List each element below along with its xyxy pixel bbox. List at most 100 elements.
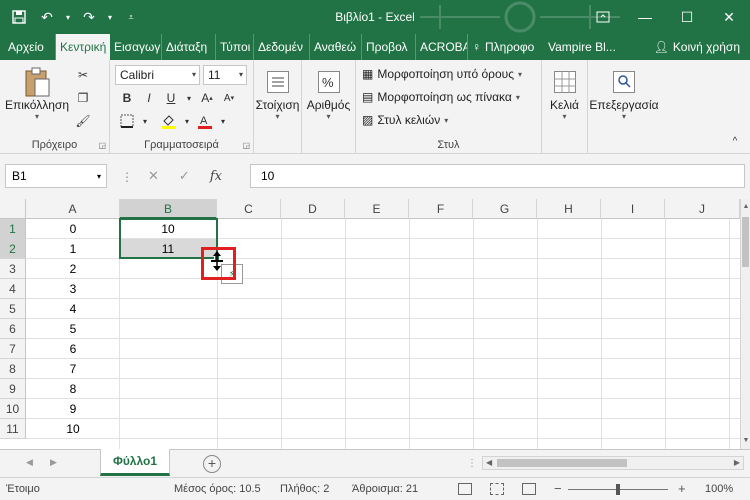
- normal-view-icon[interactable]: [458, 483, 472, 495]
- scroll-left-icon[interactable]: ◀: [486, 458, 492, 467]
- tab-acrobat[interactable]: ACROBA: [416, 34, 468, 60]
- scroll-up-icon[interactable]: ▲: [741, 201, 750, 213]
- close-icon[interactable]: ✕: [708, 0, 750, 34]
- fill-color-icon[interactable]: [160, 112, 178, 130]
- cell-a7[interactable]: 6: [26, 339, 120, 359]
- maximize-icon[interactable]: ☐: [666, 0, 708, 34]
- font-name-combo[interactable]: Calibri ▾: [115, 65, 200, 85]
- format-painter-icon[interactable]: 🖌︎: [74, 112, 92, 130]
- select-all-button[interactable]: [0, 199, 26, 219]
- row-header-5[interactable]: 5: [0, 299, 26, 319]
- name-box[interactable]: B1 ▾: [5, 164, 107, 188]
- horizontal-scrollbar[interactable]: ◀ ▶: [482, 456, 744, 470]
- share-button[interactable]: 👤︎ Κοινή χρήση: [644, 34, 750, 60]
- tab-home[interactable]: Κεντρική: [56, 34, 110, 60]
- cut-icon[interactable]: ✂: [74, 66, 92, 84]
- scroll-thumb[interactable]: [742, 217, 749, 267]
- tab-page-layout[interactable]: Διάταξη: [162, 34, 216, 60]
- row-header-10[interactable]: 10: [0, 399, 26, 419]
- tab-review[interactable]: Αναθεώ: [310, 34, 362, 60]
- zoom-in-icon[interactable]: +: [678, 481, 686, 496]
- cancel-icon[interactable]: ✕: [148, 168, 159, 184]
- row-header-6[interactable]: 6: [0, 319, 26, 339]
- zoom-out-icon[interactable]: −: [554, 481, 562, 496]
- editing-button[interactable]: Επεξεργασία ▾: [588, 66, 660, 121]
- tab-data[interactable]: Δεδομέν: [254, 34, 310, 60]
- font-size-combo[interactable]: 11 ▾: [203, 65, 247, 85]
- tab-formulas[interactable]: Τύποι: [216, 34, 254, 60]
- cell-a3[interactable]: 2: [26, 259, 120, 279]
- font-color-icon[interactable]: A: [196, 112, 214, 130]
- tell-me-search[interactable]: ♀ Πληροφο: [468, 34, 544, 60]
- cell-a9[interactable]: 8: [26, 379, 120, 399]
- cell-a11[interactable]: 10: [26, 419, 120, 439]
- minimize-icon[interactable]: —: [624, 0, 666, 34]
- row-header-11[interactable]: 11: [0, 419, 26, 439]
- insert-function-icon[interactable]: fx: [210, 169, 222, 184]
- row-header-9[interactable]: 9: [0, 379, 26, 399]
- decrease-font-icon[interactable]: A ▾: [220, 89, 238, 107]
- cell-a8[interactable]: 7: [26, 359, 120, 379]
- next-sheet-icon[interactable]: ▶: [50, 457, 57, 468]
- paste-dropdown-icon[interactable]: ▾: [35, 112, 39, 121]
- font-launcher-icon[interactable]: ◲: [242, 141, 250, 150]
- column-header-d[interactable]: D: [281, 199, 345, 219]
- scroll-down-icon[interactable]: ▼: [741, 435, 750, 447]
- underline-button[interactable]: U: [162, 89, 180, 107]
- ribbon-display-options-icon[interactable]: [582, 0, 624, 34]
- italic-button[interactable]: I: [140, 89, 158, 107]
- vertical-scrollbar[interactable]: ▲ ▼: [740, 199, 750, 449]
- cell-a4[interactable]: 3: [26, 279, 120, 299]
- cells-button[interactable]: Κελιά ▾: [542, 66, 587, 121]
- row-header-4[interactable]: 4: [0, 279, 26, 299]
- column-header-e[interactable]: E: [345, 199, 409, 219]
- borders-dropdown-icon[interactable]: ▾: [136, 112, 154, 130]
- column-header-b[interactable]: B: [120, 199, 217, 219]
- tab-view[interactable]: Προβολ: [362, 34, 416, 60]
- borders-icon[interactable]: [118, 112, 136, 130]
- tab-insert[interactable]: Εισαγωγ: [110, 34, 162, 60]
- fill-color-dropdown-icon[interactable]: ▾: [178, 112, 196, 130]
- column-header-i[interactable]: I: [601, 199, 665, 219]
- add-sheet-icon[interactable]: +: [203, 455, 221, 473]
- column-header-c[interactable]: C: [217, 199, 281, 219]
- enter-icon[interactable]: ✓: [179, 168, 190, 184]
- column-header-g[interactable]: G: [473, 199, 537, 219]
- zoom-slider-knob[interactable]: [616, 484, 620, 495]
- font-color-dropdown-icon[interactable]: ▾: [214, 112, 232, 130]
- row-header-2[interactable]: 2: [0, 239, 26, 259]
- row-header-1[interactable]: 1: [0, 219, 26, 239]
- bold-button[interactable]: B: [118, 89, 136, 107]
- sheet-tab-active[interactable]: Φύλλο1: [100, 449, 170, 476]
- cell-styles-button[interactable]: ▨ Στυλ κελιών ▾: [362, 113, 448, 127]
- page-layout-view-icon[interactable]: [490, 483, 504, 495]
- worksheet-grid[interactable]: A B C D E F G H I J 1 2 3 4 5 6 7 8 9 10…: [0, 199, 740, 449]
- row-header-8[interactable]: 8: [0, 359, 26, 379]
- alignment-button[interactable]: Στοίχιση ▾: [254, 66, 301, 121]
- column-header-a[interactable]: A: [26, 199, 120, 219]
- column-header-j[interactable]: J: [665, 199, 740, 219]
- page-break-view-icon[interactable]: [522, 483, 536, 495]
- paste-button[interactable]: Επικόλληση ▾: [4, 66, 70, 121]
- formula-input[interactable]: 10: [250, 164, 745, 188]
- copy-icon[interactable]: ❐: [74, 89, 92, 107]
- scroll-right-icon[interactable]: ▶: [734, 458, 740, 467]
- cell-a2[interactable]: 1: [26, 239, 120, 259]
- cell-a1[interactable]: 0: [26, 219, 120, 239]
- zoom-level[interactable]: 100%: [705, 483, 733, 495]
- tab-split-handle-icon[interactable]: ⋮: [467, 458, 477, 469]
- user-account[interactable]: Vampire Bl...: [544, 34, 624, 60]
- prev-sheet-icon[interactable]: ◀: [26, 457, 33, 468]
- clipboard-launcher-icon[interactable]: ◲: [98, 141, 106, 150]
- column-header-h[interactable]: H: [537, 199, 601, 219]
- increase-font-icon[interactable]: A ▴: [198, 89, 216, 107]
- underline-dropdown-icon[interactable]: ▾: [180, 89, 198, 107]
- row-header-3[interactable]: 3: [0, 259, 26, 279]
- number-button[interactable]: % Αριθμός ▾: [302, 66, 355, 121]
- row-header-7[interactable]: 7: [0, 339, 26, 359]
- cell-a5[interactable]: 4: [26, 299, 120, 319]
- cell-a6[interactable]: 5: [26, 319, 120, 339]
- collapse-ribbon-icon[interactable]: ^: [726, 132, 744, 150]
- tab-file[interactable]: Αρχείο: [0, 34, 56, 60]
- scroll-thumb[interactable]: [497, 459, 627, 467]
